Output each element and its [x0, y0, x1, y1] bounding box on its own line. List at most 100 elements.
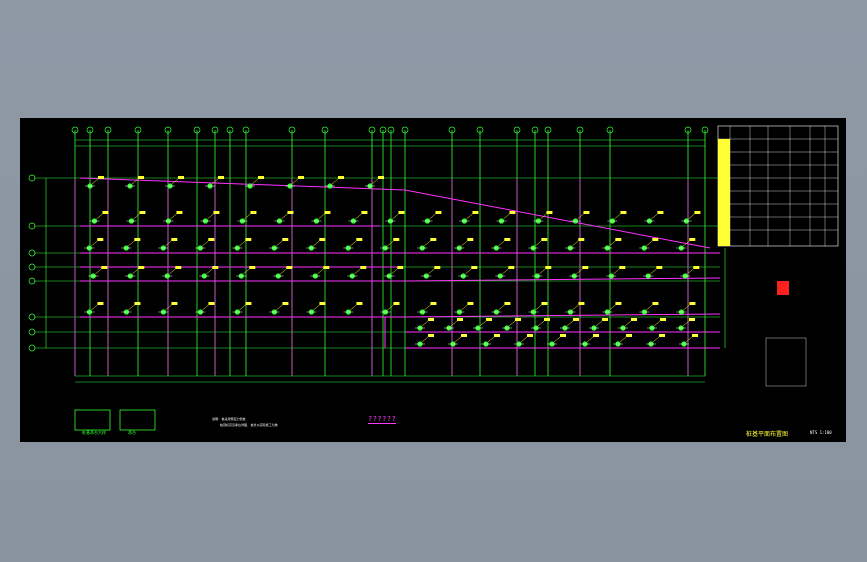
pile-tag: [620, 211, 627, 214]
pile-tag: [692, 334, 698, 337]
pile-leader: [421, 336, 429, 343]
legend-table: [765, 337, 807, 387]
pile-leader: [646, 240, 653, 247]
pile-leader: [165, 304, 172, 311]
pile-leader: [392, 213, 399, 220]
pile-tag: [689, 238, 696, 241]
pile-leader: [685, 336, 693, 343]
pile-tag: [428, 334, 434, 337]
pile-leader: [318, 213, 325, 220]
pile-leader: [566, 320, 574, 327]
pile-leader: [202, 240, 209, 247]
pile-tag: [208, 302, 215, 305]
pile-tag: [689, 318, 695, 321]
plan-label: 桩基平面布置图: [746, 431, 789, 438]
pile-leader: [91, 178, 99, 185]
pile-tag: [356, 302, 363, 305]
pile-tag: [319, 302, 326, 305]
pile-legend-symbol: [777, 281, 789, 295]
pile-tag: [494, 334, 500, 337]
pile-tag: [138, 176, 144, 179]
pile-leader: [502, 268, 509, 275]
pile-tag: [428, 318, 434, 321]
pile-tag: [472, 211, 479, 214]
pile-tag: [258, 176, 264, 179]
pile-leader: [313, 304, 320, 311]
pile-tag: [578, 238, 585, 241]
pile-leader: [128, 240, 135, 247]
pile-tag: [324, 211, 331, 214]
pile-leader: [281, 213, 288, 220]
pile-tag: [546, 211, 553, 214]
pile-leader: [428, 268, 435, 275]
pile-tag: [602, 318, 608, 321]
drawing-sheet[interactable]: ?????? 桩基平面布置图 NTS 1:100 说明: 桩采用预应力管桩 桩顶…: [20, 118, 846, 442]
pile-tag: [378, 176, 384, 179]
detail-sketch-1: [74, 409, 111, 431]
detail-caption-2: 承台: [128, 430, 136, 435]
pile-leader: [586, 336, 594, 343]
pile-leader: [133, 213, 140, 220]
pile-tag: [615, 238, 622, 241]
beam-line: [404, 189, 711, 249]
pile-leader: [317, 268, 324, 275]
pile-leader: [461, 240, 468, 247]
cad-viewport[interactable]: ?????? 桩基平面布置图 NTS 1:100 说明: 桩采用预应力管桩 桩顶…: [0, 0, 867, 562]
pile-tag: [298, 176, 304, 179]
pile-leader: [276, 240, 283, 247]
pile-leader: [354, 268, 361, 275]
pile-leader: [454, 336, 462, 343]
pile-leader: [572, 240, 579, 247]
pile-tag: [626, 334, 632, 337]
pile-tag: [467, 302, 474, 305]
pile-leader: [170, 213, 177, 220]
pile-tag: [338, 176, 344, 179]
pile-leader: [651, 213, 658, 220]
pile-leader: [169, 268, 176, 275]
pile-tag: [393, 238, 400, 241]
pile-leader: [291, 178, 299, 185]
pile-tag: [659, 334, 665, 337]
pile-leader: [387, 240, 394, 247]
pile-tag: [249, 266, 256, 269]
pile-tag: [282, 238, 289, 241]
general-note-2: 桩顶标高见承台详图, 桩长以实际施工为准: [220, 423, 278, 427]
pile-leader: [239, 304, 246, 311]
pile-leader: [508, 320, 516, 327]
pile-tag: [250, 211, 257, 214]
pile-tag: [323, 266, 330, 269]
pile-leader: [595, 320, 603, 327]
pile-leader: [461, 304, 468, 311]
pile-leader: [371, 178, 379, 185]
pile-tag: [398, 211, 405, 214]
pile-tag: [508, 266, 515, 269]
detail-sketch-2: [119, 409, 156, 431]
pile-leader: [613, 268, 620, 275]
pile-leader: [350, 304, 357, 311]
pile-leader: [466, 213, 473, 220]
pile-leader: [132, 268, 139, 275]
pile-tag: [461, 334, 467, 337]
pile-leader: [251, 178, 259, 185]
pile-tag: [694, 211, 701, 214]
pile-tag: [393, 302, 400, 305]
pile-leader: [624, 320, 632, 327]
pile-tag: [97, 302, 104, 305]
pile-tag: [245, 302, 252, 305]
pile-leader: [96, 213, 103, 220]
pile-leader: [487, 336, 495, 343]
pile-tag: [578, 302, 585, 305]
pile-tag: [689, 302, 696, 305]
scale-label: NTS 1:100: [810, 430, 832, 435]
pile-leader: [577, 213, 584, 220]
pile-tag: [504, 238, 511, 241]
pile-tag: [619, 266, 626, 269]
detail-caption-1: 桩基承台大样: [82, 430, 106, 435]
pile-tag: [245, 238, 252, 241]
pile-tag: [139, 211, 146, 214]
pile-leader: [424, 240, 431, 247]
pile-tag: [515, 318, 521, 321]
pile-tag: [560, 334, 566, 337]
pile-leader: [95, 268, 102, 275]
pile-leader: [313, 240, 320, 247]
